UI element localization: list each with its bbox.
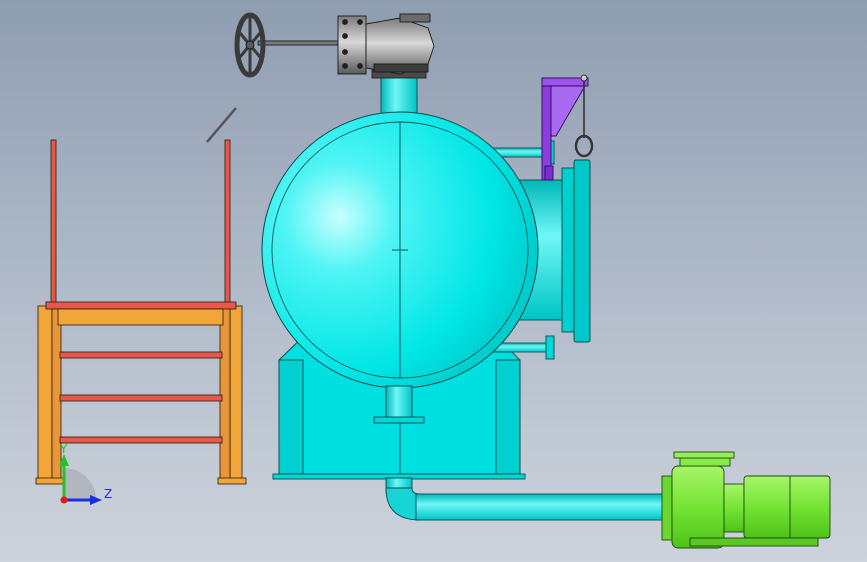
stringer-right (229, 305, 243, 483)
motor-base (689, 537, 819, 547)
handrail-top-diagonal (206, 107, 237, 143)
stringer-right-inner (219, 305, 231, 483)
valve-stem (257, 40, 343, 46)
handrail-post-left (50, 139, 57, 311)
axis-z-label: Z (104, 487, 113, 501)
stair-foot-left (35, 477, 65, 485)
stair-top-beam (57, 308, 224, 326)
pump-top-flange (673, 451, 735, 459)
orientation-triad[interactable] (59, 454, 102, 505)
pump-motor-unit[interactable] (661, 451, 831, 549)
support-side-right (495, 359, 521, 477)
stair-foot-right (217, 477, 247, 485)
stair-tread (59, 436, 223, 444)
gate-valve[interactable] (234, 12, 435, 78)
pump-inlet-flange (661, 475, 673, 541)
stringer-left (37, 305, 53, 483)
pump-volute (671, 465, 725, 549)
handrail-post-right (224, 139, 231, 311)
staircase[interactable] (35, 107, 247, 485)
stair-tread (59, 351, 223, 359)
pump-bearing (723, 483, 745, 533)
axis-y-label: Y (60, 442, 68, 456)
stair-tread (59, 394, 223, 402)
spherical-vessel[interactable] (261, 111, 539, 389)
cad-viewport[interactable]: Y Z (0, 0, 867, 562)
discharge-pipe[interactable] (385, 477, 665, 521)
motor-body (743, 475, 831, 539)
stair-top-landing (45, 301, 237, 310)
assembly-drawing[interactable] (0, 0, 867, 562)
support-side-left (278, 359, 304, 477)
